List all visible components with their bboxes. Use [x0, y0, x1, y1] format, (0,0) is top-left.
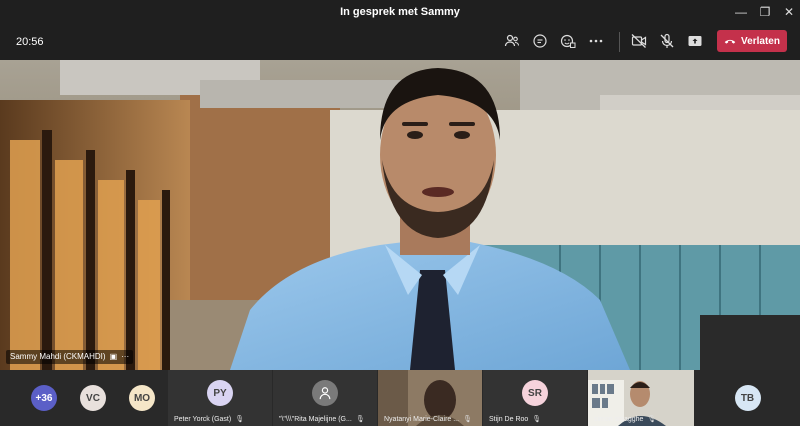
participant-name: Peter Yorck (Gast) [174, 415, 232, 423]
mic-toggle-button[interactable] [656, 30, 678, 52]
participant-name-label: Nyatanyi Marie-Claire ... 🎙︎ [384, 415, 472, 424]
meeting-toolbar: 20:56 Verlaten [0, 24, 800, 60]
main-video-feed: Sammy Mahdi (CKMAHDI) ▣ ··· [0, 60, 800, 370]
avatar: SR [522, 380, 548, 406]
avatar-mo[interactable]: MO [129, 385, 155, 411]
share-icon [688, 36, 702, 46]
participant-name-label: simon smagghe 🎙︎ [594, 415, 657, 424]
participants-button[interactable] [501, 30, 523, 52]
participant-tile-sr[interactable]: SR Stijn De Roo 🎙︎ [483, 370, 587, 426]
avatar: TB [734, 385, 761, 411]
call-timer: 20:56 [16, 36, 44, 48]
mic-off-icon: 🎙︎ [532, 416, 542, 423]
speaker-more-icon[interactable]: ··· [121, 350, 129, 364]
participant-tile-simon[interactable]: simon smagghe 🎙︎ [588, 370, 694, 426]
camera-off-icon [631, 34, 647, 48]
leave-button[interactable]: Verlaten [717, 30, 787, 52]
reactions-icon [560, 34, 576, 48]
camera-toggle-button[interactable] [628, 30, 650, 52]
close-icon[interactable]: ✕ [780, 3, 798, 21]
avatar: PY [207, 380, 233, 406]
reactions-button[interactable] [557, 30, 579, 52]
maximize-icon[interactable]: ❐ [756, 3, 774, 21]
phone-hangup-icon [724, 39, 736, 44]
person-icon [319, 387, 331, 400]
avatar-vc[interactable]: VC [80, 385, 106, 411]
participant-name-label: Peter Yorck (Gast) 🎙︎ [174, 415, 245, 424]
speaker-name: Sammy Mahdi (CKMAHDI) [10, 352, 106, 361]
participants-icon [504, 34, 520, 47]
share-screen-button[interactable] [684, 30, 706, 52]
participant-tile-py[interactable]: PY Peter Yorck (Gast) 🎙︎ [168, 370, 272, 426]
overflow-participants-button[interactable]: +36 [31, 385, 57, 411]
participant-name: "\"\\\"Rita Majelijne (G... [279, 415, 352, 423]
avatar-initials: PY [213, 387, 227, 399]
more-icon [589, 39, 603, 43]
leave-label: Verlaten [741, 35, 780, 47]
chat-button[interactable] [529, 30, 551, 52]
participant-name: simon smagghe [594, 415, 644, 423]
participant-name-label: "\"\\\"Rita Majelijne (G... 🎙︎ [279, 415, 365, 424]
mic-off-icon: 🎙︎ [355, 416, 365, 423]
video-frame-image [0, 60, 800, 370]
more-options-button[interactable] [585, 30, 607, 52]
mic-off-icon: 🎙︎ [647, 416, 657, 423]
mic-off-icon: 🎙︎ [235, 416, 245, 423]
participant-tile-rita[interactable]: "\"\\\"Rita Majelijne (G... 🎙︎ [273, 370, 377, 426]
avatar-initials: VC [86, 392, 100, 404]
chat-icon [533, 34, 547, 48]
avatar-initials: TB [740, 392, 755, 404]
mic-off-icon: 🎙︎ [463, 416, 472, 423]
participant-tile-nyatanyi[interactable]: Nyatanyi Marie-Claire ... 🎙︎ [378, 370, 482, 426]
mic-off-icon [660, 33, 674, 48]
toolbar-divider [619, 32, 620, 52]
title-bar: In gesprek met Sammy — ❐ ✕ [0, 0, 800, 24]
window-title: In gesprek met Sammy [340, 6, 460, 18]
participant-tile-tb[interactable]: TB [695, 370, 800, 426]
participant-name: Stijn De Roo [489, 415, 529, 423]
avatar [312, 380, 338, 406]
avatar-initials: SR [528, 387, 542, 399]
overflow-count: +36 [35, 392, 53, 404]
avatar-initials: MO [133, 392, 151, 404]
speaker-name-label: Sammy Mahdi (CKMAHDI) ▣ ··· [6, 350, 134, 364]
screen-share-indicator-icon: ▣ [109, 352, 118, 361]
participant-name: Nyatanyi Marie-Claire ... [384, 415, 460, 423]
participant-name-label: Stijn De Roo 🎙︎ [489, 415, 542, 424]
minimize-icon[interactable]: — [732, 3, 750, 21]
